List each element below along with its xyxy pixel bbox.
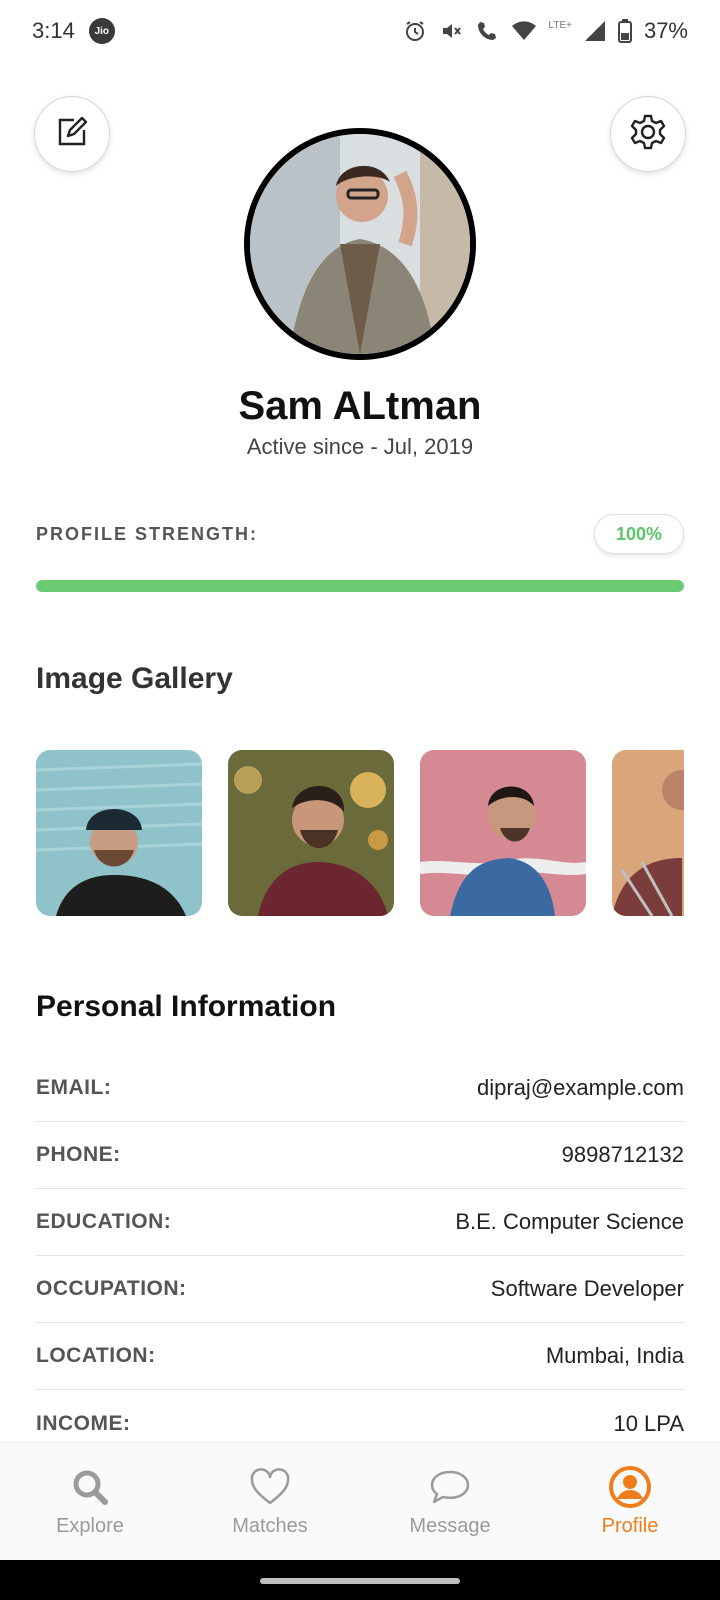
carrier-badge: Jio xyxy=(88,18,115,44)
gallery-image[interactable] xyxy=(420,750,586,916)
info-key: EDUCATION: xyxy=(36,1210,172,1233)
info-key: EMAIL: xyxy=(36,1076,112,1099)
profile-strength-label: PROFILE STRENGTH: xyxy=(36,524,258,544)
info-value: Mumbai, India xyxy=(545,1343,684,1368)
profile-strength-badge: 100% xyxy=(594,514,684,554)
nav-profile[interactable]: Profile xyxy=(540,1443,720,1560)
avatar[interactable] xyxy=(244,128,476,360)
gallery-image[interactable] xyxy=(228,750,394,916)
nav-label: Profile xyxy=(601,1515,659,1537)
image-gallery[interactable] xyxy=(36,750,684,916)
info-value: B.E. Computer Science xyxy=(455,1209,684,1234)
info-row-education: EDUCATION: B.E. Computer Science xyxy=(36,1189,684,1256)
chat-icon xyxy=(428,1465,472,1509)
wifi-icon xyxy=(511,20,537,42)
info-key: LOCATION: xyxy=(36,1344,156,1367)
info-row-occupation: OCCUPATION: Software Developer xyxy=(36,1256,684,1323)
info-value: 10 LPA xyxy=(613,1410,684,1436)
profile-strength-fill xyxy=(36,580,684,592)
info-value: dipraj@example.com xyxy=(477,1075,684,1100)
profile-strength-bar xyxy=(36,580,684,592)
info-row-phone: PHONE: 9898712132 xyxy=(36,1122,684,1189)
active-since: Active since - Jul, 2019 xyxy=(246,434,474,459)
settings-button[interactable] xyxy=(610,96,686,172)
nav-explore[interactable]: Explore xyxy=(0,1443,180,1560)
info-row-location: LOCATION: Mumbai, India xyxy=(36,1323,684,1390)
gear-icon xyxy=(628,112,668,157)
status-bar: 3:14 Jio LTE+ 37% xyxy=(0,0,720,62)
personal-info-list: EMAIL: dipraj@example.com PHONE: 9898712… xyxy=(36,1055,684,1457)
nav-label: Message xyxy=(409,1515,491,1537)
system-gesture-bar xyxy=(0,1560,720,1600)
home-gesture-pill[interactable] xyxy=(260,1578,460,1584)
edit-icon xyxy=(54,114,90,155)
nav-label: Explore xyxy=(56,1515,124,1537)
signal-icon xyxy=(584,20,606,42)
info-value: 9898712132 xyxy=(561,1142,684,1167)
edit-profile-button[interactable] xyxy=(34,96,110,172)
profile-icon xyxy=(608,1465,652,1509)
alarm-icon xyxy=(403,19,427,43)
lte-label: LTE+ xyxy=(548,19,572,31)
gallery-image[interactable] xyxy=(36,750,202,916)
search-icon xyxy=(68,1465,112,1509)
bottom-nav: Explore Matches Message Profile xyxy=(0,1442,720,1560)
nav-matches[interactable]: Matches xyxy=(180,1443,360,1560)
nav-label: Matches xyxy=(232,1515,308,1537)
info-row-email: EMAIL: dipraj@example.com xyxy=(36,1055,684,1122)
info-key: INCOME: xyxy=(36,1411,131,1435)
info-value: Software Developer xyxy=(490,1276,684,1301)
status-time: 3:14 xyxy=(32,18,75,43)
battery-percent: 37% xyxy=(643,18,688,43)
nav-message[interactable]: Message xyxy=(360,1443,540,1560)
profile-name: Sam ALtman xyxy=(238,384,482,428)
mute-icon xyxy=(439,19,463,43)
gallery-image[interactable] xyxy=(612,750,684,916)
info-key: PHONE: xyxy=(36,1143,121,1166)
personal-info-title: Personal Information xyxy=(36,990,337,1023)
avatar-photo xyxy=(250,134,470,354)
heart-icon xyxy=(248,1465,292,1509)
battery-icon xyxy=(617,19,632,43)
call-icon xyxy=(475,19,499,43)
gallery-title: Image Gallery xyxy=(36,662,233,695)
info-key: OCCUPATION: xyxy=(36,1277,187,1300)
